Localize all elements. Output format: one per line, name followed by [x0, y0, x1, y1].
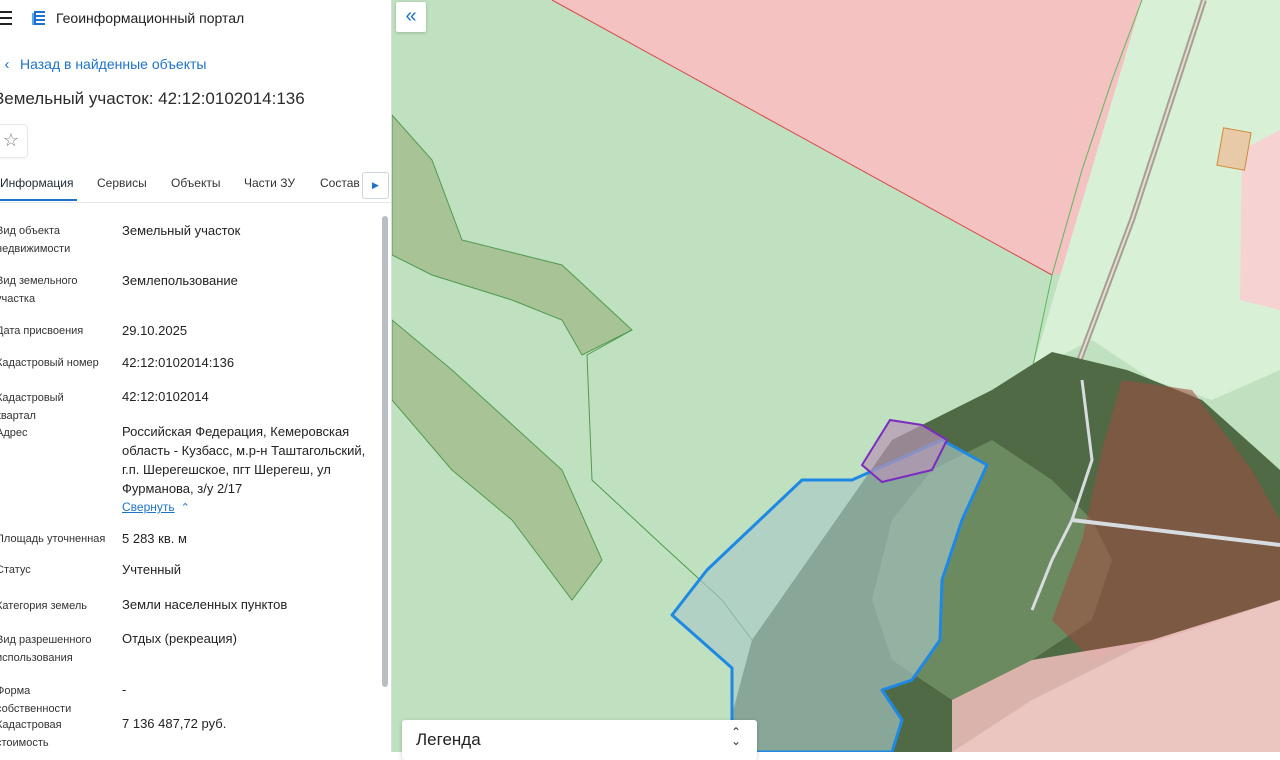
scrollbar-thumb[interactable] [382, 216, 388, 687]
property-value: 29.10.2025 [122, 323, 188, 338]
property-value: 42:12:0102014:136 [122, 355, 235, 370]
caret-right-icon: ▶ [372, 180, 379, 190]
property-value: Землепользование [122, 273, 238, 288]
map-canvas[interactable] [392, 0, 1280, 752]
chevron-left-icon: ‹ [4, 56, 10, 73]
back-link-label: Назад в найденные объекты [20, 56, 207, 72]
property-label: Категория земель [0, 600, 87, 612]
forest-strip-north [392, 114, 633, 356]
property-label: Статус [0, 564, 31, 576]
tab-information[interactable]: Информация [0, 176, 73, 190]
property-value: 42:12:0102014 [122, 389, 209, 404]
hamburger-icon[interactable] [0, 11, 12, 25]
active-tab-indicator [0, 199, 77, 201]
tab-composition[interactable]: Состав [320, 176, 360, 190]
property-value: Земли населенных пунктов [122, 597, 288, 612]
tab-objects[interactable]: Объекты [171, 176, 221, 190]
collapse-label: Свернуть [122, 500, 175, 514]
property-label: Кадастровый номер [0, 357, 99, 369]
header: Геоинформационный портал [0, 0, 391, 38]
collapse-address-link[interactable]: Свернуть ⌃ [122, 500, 190, 514]
tab-parcel-parts[interactable]: Части ЗУ [244, 176, 295, 190]
back-to-results-link[interactable]: ‹ Назад в найденные объекты [0, 56, 207, 74]
tab-bar: Информация Сервисы Объекты Части ЗУ Сост… [0, 168, 391, 203]
property-value: Земельный участок [122, 223, 241, 238]
property-label: Адрес [0, 427, 28, 439]
tabs-scroll-right-button[interactable]: ▶ [362, 172, 389, 199]
property-value: 5 283 кв. м [122, 531, 187, 546]
tab-services[interactable]: Сервисы [97, 176, 147, 190]
legend-panel[interactable]: Легенда ⌃ ⌄ [402, 720, 757, 760]
property-label: Вид земельного участка [0, 275, 78, 305]
property-label: Вид разрешенного использования [0, 634, 92, 664]
property-label: Форма собственности [0, 685, 72, 715]
chevron-up-icon: ⌃ [180, 502, 190, 514]
double-chevron-left-icon: « [405, 5, 417, 27]
collapse-panel-button[interactable]: « [396, 2, 426, 32]
geoportal-logo-icon [32, 11, 45, 25]
expand-collapse-icon[interactable]: ⌃ ⌄ [731, 726, 741, 747]
address-value: Российская Федерация, Кемеровская област… [122, 424, 366, 496]
info-panel: Геоинформационный портал ‹ Назад в найден… [0, 0, 392, 752]
property-value: Отдых (рекреация) [122, 631, 237, 646]
favorite-button[interactable]: ☆ [0, 124, 28, 158]
map-view[interactable] [392, 0, 1280, 752]
property-value: Учтенный [122, 562, 182, 577]
property-label: Дата присвоения [0, 325, 84, 337]
property-label: Кадастровая стоимость [0, 719, 62, 749]
property-value: - [122, 682, 127, 697]
page-title: Земельный участок: 42:12:0102014:136 [0, 89, 305, 108]
property-label: Площадь уточненная [0, 533, 106, 545]
parcel-small [1216, 127, 1252, 171]
forest-strip-south [392, 319, 603, 601]
property-label: Кадастровый квартал [0, 392, 64, 422]
star-icon: ☆ [2, 130, 20, 150]
app-title: Геоинформационный портал [56, 10, 245, 26]
property-label: Вид объекта недвижимости [0, 225, 71, 255]
property-value: 7 136 487,72 руб. [122, 716, 227, 731]
legend-title: Легенда [416, 730, 481, 749]
